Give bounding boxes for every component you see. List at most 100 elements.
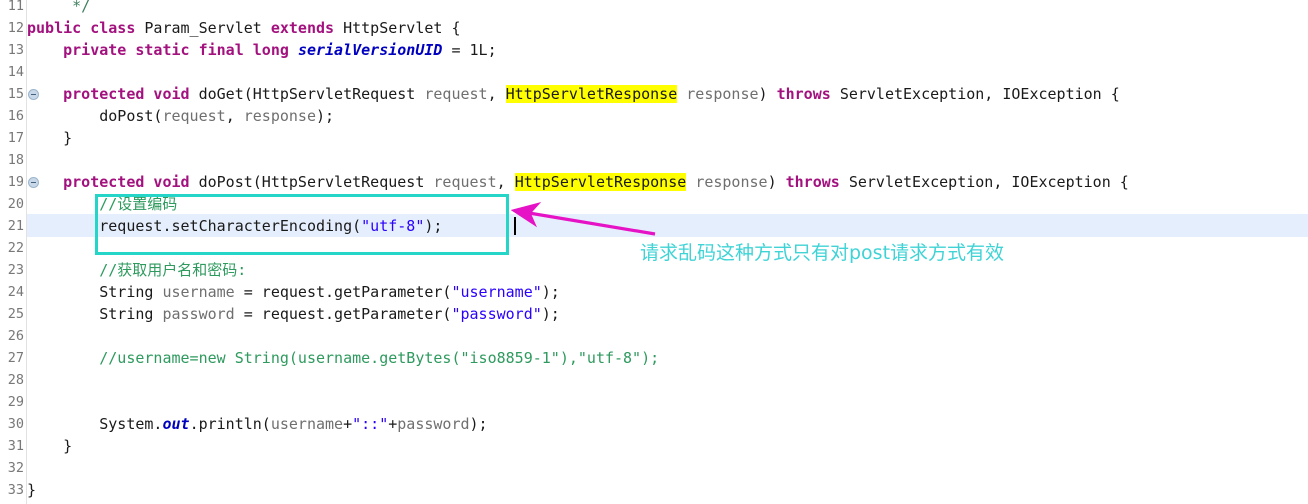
code-token: extends <box>270 19 344 37</box>
code-line[interactable]: protected void doPost(HttpServletRequest… <box>27 171 1129 193</box>
code-token: + <box>343 415 353 433</box>
code-token: = request.getParameter( <box>234 305 452 323</box>
line-number: 13 <box>0 39 24 61</box>
code-token: response <box>243 107 316 125</box>
line-number: 26 <box>0 325 24 347</box>
code-token: //获取用户名和密码: <box>27 261 247 279</box>
code-token: = request.getParameter( <box>234 283 452 301</box>
code-token: } <box>27 481 37 499</box>
code-token: ); <box>541 283 560 301</box>
code-token: protected void <box>63 85 199 103</box>
code-line[interactable]: System.out.println(username+"::"+passwor… <box>27 413 488 435</box>
code-token: } <box>27 129 73 147</box>
code-line[interactable]: */ <box>27 0 90 17</box>
code-fold-toggle[interactable] <box>28 177 39 188</box>
line-number: 15 <box>0 83 24 105</box>
line-number: 21 <box>0 215 24 237</box>
code-token: doPost(HttpServletRequest <box>198 173 434 191</box>
code-token: request <box>162 107 226 125</box>
line-number: 27 <box>0 347 24 369</box>
annotation-note-text: 请求乱码这种方式只有对post请求方式有效 <box>640 242 1005 264</box>
code-token: , <box>487 85 506 103</box>
code-token: } <box>27 437 73 455</box>
line-number: 11 <box>0 0 24 17</box>
code-line[interactable]: //username=new String(username.getBytes(… <box>27 347 659 369</box>
line-number: 17 <box>0 127 24 149</box>
code-token: , <box>225 107 244 125</box>
code-token: "::" <box>352 415 389 433</box>
code-line[interactable]: //设置编码 <box>27 193 177 215</box>
code-line[interactable]: doPost(request, response); <box>27 105 334 127</box>
code-token: */ <box>27 0 91 15</box>
code-token: ) <box>767 173 786 191</box>
code-token: //username=new String(username.getBytes(… <box>27 349 660 367</box>
line-number: 31 <box>0 435 24 457</box>
line-number: 30 <box>0 413 24 435</box>
code-token: ); <box>541 305 560 323</box>
code-token: HttpServlet { <box>343 19 461 37</box>
line-number: 25 <box>0 303 24 325</box>
code-token: out <box>162 415 190 433</box>
line-number: 16 <box>0 105 24 127</box>
line-number: 23 <box>0 259 24 281</box>
code-fold-toggle[interactable] <box>28 89 39 100</box>
line-number: 28 <box>0 369 24 391</box>
code-token: throws <box>776 85 840 103</box>
code-token: String <box>27 305 163 323</box>
code-token: request <box>424 85 488 103</box>
code-line[interactable]: protected void doGet(HttpServletRequest … <box>27 83 1120 105</box>
code-token: protected void <box>63 173 199 191</box>
code-token: "username" <box>451 283 542 301</box>
code-token: //设置编码 <box>27 195 178 213</box>
line-number: 20 <box>0 193 24 215</box>
line-number: 22 <box>0 237 24 259</box>
code-token: doPost( <box>27 107 163 125</box>
code-token: Param_Servlet <box>144 19 271 37</box>
code-token: request.setCharacterEncoding( <box>27 217 362 235</box>
code-token: System. <box>27 415 163 433</box>
code-token: ); <box>469 415 488 433</box>
code-line[interactable]: //获取用户名和密码: <box>27 259 246 281</box>
line-number: 19 <box>0 171 24 193</box>
line-number: 33 <box>0 479 24 501</box>
line-number: 18 <box>0 149 24 171</box>
code-token: .println( <box>189 415 271 433</box>
code-token: + <box>388 415 398 433</box>
code-token: ServletException, IOException { <box>848 173 1129 191</box>
code-line[interactable]: private static final long serialVersionU… <box>27 39 497 61</box>
code-token: private static final long <box>63 41 298 59</box>
code-token: doGet(HttpServletRequest <box>198 85 425 103</box>
code-token: username <box>162 283 235 301</box>
code-line[interactable]: } <box>27 127 72 149</box>
code-token: serialVersionUID <box>297 41 443 59</box>
code-token: public class <box>27 19 145 37</box>
code-line[interactable]: String username = request.getParameter("… <box>27 281 560 303</box>
code-line[interactable]: public class Param_Servlet extends HttpS… <box>27 17 461 39</box>
code-token: ServletException, IOException { <box>839 85 1120 103</box>
code-token: HttpServletResponse <box>514 173 687 191</box>
code-line[interactable]: } <box>27 435 72 457</box>
code-line[interactable]: } <box>27 479 36 501</box>
code-token: throws <box>785 173 849 191</box>
code-token: ) <box>758 85 777 103</box>
text-caret <box>514 217 516 235</box>
gutter-separator <box>26 0 27 504</box>
line-number: 12 <box>0 17 24 39</box>
code-line[interactable]: String password = request.getParameter("… <box>27 303 560 325</box>
code-token: ); <box>316 107 335 125</box>
code-token: password <box>397 415 470 433</box>
line-number: 29 <box>0 391 24 413</box>
code-token: password <box>162 305 235 323</box>
code-editor[interactable]: */ public class Param_Servlet extends Htt… <box>0 0 1308 504</box>
code-token: response <box>686 85 759 103</box>
code-token: , <box>496 173 515 191</box>
code-token: response <box>695 173 768 191</box>
code-token: String <box>27 283 163 301</box>
code-token: "utf-8" <box>361 217 425 235</box>
line-number: 24 <box>0 281 24 303</box>
line-number: 32 <box>0 457 24 479</box>
code-line[interactable]: request.setCharacterEncoding("utf-8"); <box>27 215 442 237</box>
code-token: HttpServletResponse <box>505 85 678 103</box>
